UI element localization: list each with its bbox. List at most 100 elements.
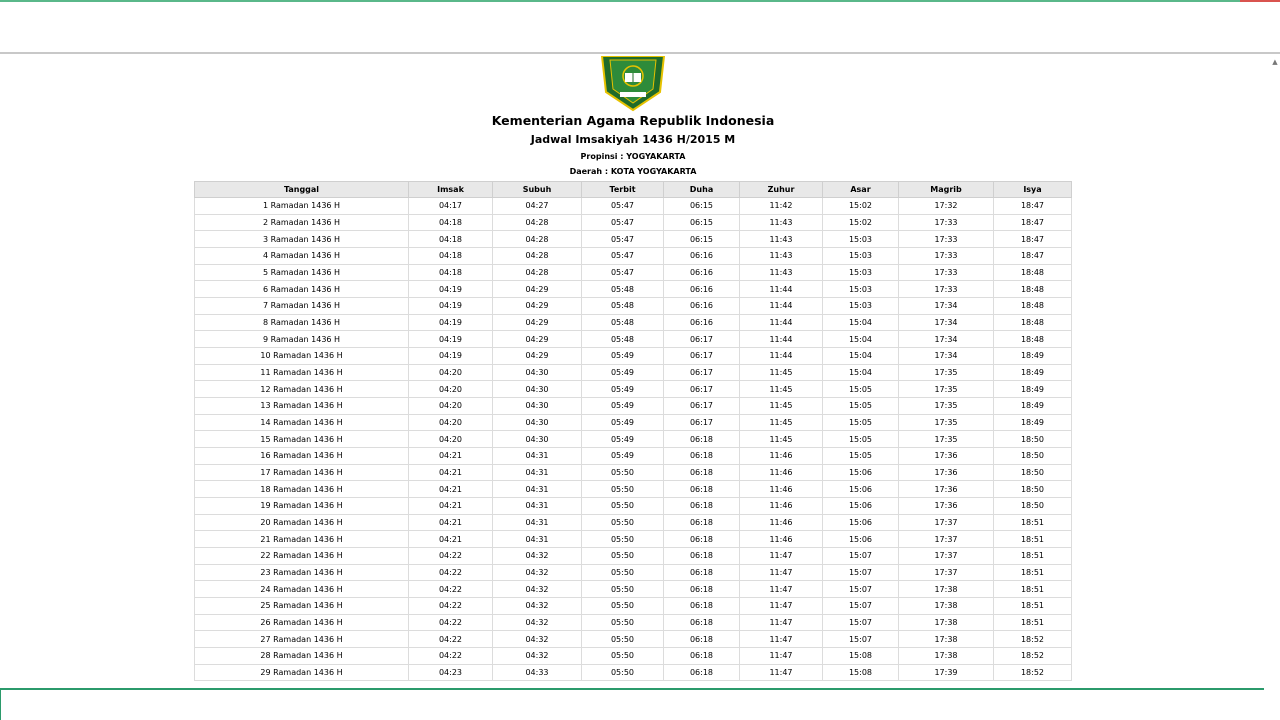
cell-asar: 15:05 [822,447,899,465]
cell-imsak: 04:20 [408,380,493,399]
cell-subuh: 04:29 [492,297,582,315]
cell-zuhur: 11:46 [739,480,823,499]
cell-tanggal: 27 Ramadan 1436 H [194,630,409,649]
cell-magrib: 17:38 [898,597,994,615]
cell-asar: 15:05 [822,430,899,449]
cell-imsak: 04:20 [408,413,493,432]
cell-imsak: 04:22 [408,613,493,632]
cell-subuh: 04:31 [492,513,582,532]
cell-subuh: 04:30 [492,397,582,415]
cell-subuh: 04:28 [492,213,582,232]
cell-imsak: 04:19 [408,297,493,315]
top-bar [0,2,1280,54]
cell-isya: 18:49 [993,397,1072,415]
cell-imsak: 04:20 [408,397,493,415]
cell-duha: 06:18 [663,613,740,632]
table-row: 28 Ramadan 1436 H 04:22 04:32 05:50 06:18 11:… [194,647,1072,665]
cell-isya: 18:51 [993,580,1072,599]
cell-asar: 15:07 [822,563,899,582]
cell-isya: 18:52 [993,647,1072,665]
column-header-asar: Asar [822,181,899,198]
cell-asar: 15:05 [822,397,899,415]
cell-subuh: 04:32 [492,563,582,582]
cell-duha: 06:18 [663,480,740,499]
cell-tanggal: 8 Ramadan 1436 H [194,313,409,332]
cell-zuhur: 11:44 [739,313,823,332]
cell-asar: 15:07 [822,597,899,615]
cell-imsak: 04:22 [408,547,493,565]
cell-duha: 06:17 [663,413,740,432]
cell-subuh: 04:32 [492,597,582,615]
cell-tanggal: 25 Ramadan 1436 H [194,597,409,615]
cell-imsak: 04:22 [408,630,493,649]
cell-duha: 06:17 [663,363,740,382]
cell-tanggal: 15 Ramadan 1436 H [194,430,409,449]
cell-asar: 15:07 [822,630,899,649]
cell-imsak: 04:21 [408,513,493,532]
cell-isya: 18:48 [993,280,1072,299]
cell-asar: 15:03 [822,230,899,249]
cell-duha: 06:18 [663,547,740,565]
cell-asar: 15:07 [822,547,899,565]
table-row: 10 Ramadan 1436 H 04:19 04:29 05:49 06:17 11:… [194,347,1072,365]
cell-duha: 06:18 [663,430,740,449]
cell-isya: 18:52 [993,630,1072,649]
cell-isya: 18:52 [993,663,1072,682]
cell-asar: 15:03 [822,280,899,299]
cell-tanggal: 13 Ramadan 1436 H [194,397,409,415]
cell-zuhur: 11:45 [739,430,823,449]
cell-zuhur: 11:44 [739,330,823,349]
cell-tanggal: 4 Ramadan 1436 H [194,247,409,265]
cell-isya: 18:50 [993,463,1072,482]
cell-subuh: 04:31 [492,463,582,482]
cell-zuhur: 11:44 [739,297,823,315]
cell-zuhur: 11:47 [739,547,823,565]
cell-imsak: 04:19 [408,313,493,332]
cell-subuh: 04:28 [492,230,582,249]
table-row: 2 Ramadan 1436 H 04:18 04:28 05:47 06:15 11:4… [194,213,1072,232]
cell-duha: 06:17 [663,330,740,349]
cell-asar: 15:06 [822,530,899,549]
cell-imsak: 04:19 [408,347,493,365]
scroll-up-arrow-icon[interactable]: ▲ [1271,58,1279,66]
table-header: Tanggal Imsak Subuh Terbit Duha Zuhur Asar Magr… [194,181,1072,198]
cell-isya: 18:47 [993,197,1072,215]
cell-asar: 15:03 [822,263,899,282]
cell-zuhur: 11:45 [739,380,823,399]
cell-duha: 06:18 [663,597,740,615]
table-row: 20 Ramadan 1436 H 04:21 04:31 05:50 06:18 11:… [194,513,1072,532]
cell-isya: 18:47 [993,230,1072,249]
vertical-scrollbar[interactable] [1270,56,1280,688]
cell-asar: 15:05 [822,413,899,432]
cell-duha: 06:16 [663,297,740,315]
table-header-row: Tanggal Imsak Subuh Terbit Duha Zuhur Asar Magr… [194,181,1072,198]
cell-asar: 15:02 [822,197,899,215]
cell-isya: 18:51 [993,613,1072,632]
cell-subuh: 04:29 [492,347,582,365]
table-row: 5 Ramadan 1436 H 04:18 04:28 05:47 06:16 11:4… [194,263,1072,282]
cell-subuh: 04:29 [492,280,582,299]
cell-duha: 06:18 [663,497,740,515]
table-row: 27 Ramadan 1436 H 04:22 04:32 05:50 06:18 11:… [194,630,1072,649]
cell-tanggal: 14 Ramadan 1436 H [194,413,409,432]
table-row: 1 Ramadan 1436 H 04:17 04:27 05:47 06:15 11:4… [194,197,1072,215]
cell-terbit: 05:50 [581,513,664,532]
cell-tanggal: 21 Ramadan 1436 H [194,530,409,549]
cell-terbit: 05:50 [581,613,664,632]
cell-terbit: 05:49 [581,447,664,465]
cell-imsak: 04:21 [408,530,493,549]
cell-magrib: 17:35 [898,363,994,382]
cell-zuhur: 11:47 [739,597,823,615]
cell-magrib: 17:35 [898,430,994,449]
cell-tanggal: 10 Ramadan 1436 H [194,347,409,365]
table-row: 22 Ramadan 1436 H 04:22 04:32 05:50 06:18 11:… [194,547,1072,565]
region-label: Daerah : KOTA YOGYAKARTA [569,167,697,176]
cell-magrib: 17:35 [898,397,994,415]
cell-tanggal: 18 Ramadan 1436 H [194,480,409,499]
cell-asar: 15:03 [822,247,899,265]
cell-duha: 06:17 [663,397,740,415]
cell-duha: 06:18 [663,580,740,599]
cell-subuh: 04:28 [492,247,582,265]
table-row: 24 Ramadan 1436 H 04:22 04:32 05:50 06:18 11:… [194,580,1072,599]
cell-zuhur: 11:47 [739,580,823,599]
